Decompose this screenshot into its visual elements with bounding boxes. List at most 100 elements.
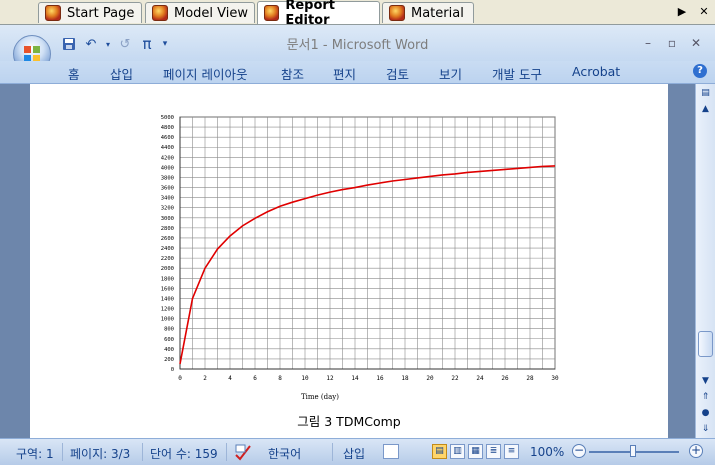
x-tick-label: 18 (401, 375, 409, 382)
close-icon[interactable]: ✕ (688, 35, 704, 51)
x-tick-label: 10 (301, 375, 309, 382)
y-tick-label: 600 (164, 337, 174, 343)
y-tick-label: 4400 (161, 145, 174, 151)
full-screen-reading-view-icon[interactable]: ▥ (450, 444, 465, 459)
y-tick-label: 0 (171, 367, 174, 373)
web-layout-view-icon[interactable]: ▦ (468, 444, 483, 459)
y-tick-label: 4200 (161, 155, 174, 161)
tab-label: Report Editor (285, 0, 336, 28)
document-tab-strip: Start Page Model View Report Editor Mate… (0, 0, 715, 28)
ribbon-tab-acrobat[interactable]: Acrobat (572, 64, 620, 79)
x-tick-label: 28 (526, 375, 534, 382)
y-tick-label: 3000 (161, 216, 174, 222)
y-tick-label: 2800 (161, 226, 174, 232)
window-title: 문서1 - Microsoft Word (286, 38, 429, 53)
y-tick-label: 800 (164, 327, 174, 333)
tab-start-page[interactable]: Start Page (38, 2, 142, 23)
macro-record-icon[interactable] (383, 444, 399, 459)
x-tick-label: 8 (278, 375, 282, 382)
status-divider (226, 443, 227, 461)
y-tick-label: 2400 (161, 246, 174, 252)
y-tick-label: 2000 (161, 266, 174, 272)
status-section[interactable]: 구역: 1 (16, 445, 54, 462)
y-tick-label: 200 (164, 357, 174, 363)
x-tick-label: 12 (326, 375, 334, 382)
spelling-check-icon[interactable] (234, 443, 252, 461)
print-layout-view-icon[interactable]: ▤ (432, 444, 447, 459)
next-page-icon[interactable]: ⇓ (698, 422, 713, 437)
tab-label: Model View (174, 5, 249, 21)
status-divider (142, 443, 143, 461)
x-tick-label: 24 (476, 375, 484, 382)
x-tick-label: 22 (451, 375, 459, 382)
ribbon-tab-view[interactable]: 보기 (439, 64, 462, 83)
zoom-level[interactable]: 100% (530, 445, 564, 459)
scroll-down-icon[interactable]: ▼ (698, 374, 713, 389)
app-icon (389, 5, 405, 21)
app-icon (45, 5, 61, 21)
ribbon-tab-references[interactable]: 참조 (281, 64, 304, 83)
tab-material[interactable]: Material (382, 2, 474, 23)
y-tick-label: 5000 (161, 115, 174, 121)
help-button[interactable]: ? (693, 64, 707, 78)
y-tick-label: 1400 (161, 296, 174, 302)
zoom-out-button[interactable]: − (572, 444, 586, 458)
y-tick-label: 1800 (161, 276, 174, 282)
status-insert-mode[interactable]: 삽입 (343, 445, 365, 462)
tab-label: Material (411, 5, 464, 21)
previous-page-icon[interactable]: ⇑ (698, 390, 713, 405)
tab-close-icon[interactable]: ✕ (697, 4, 711, 20)
x-tick-label: 6 (253, 375, 257, 382)
ribbon-tab-page-layout[interactable]: 페이지 레이아웃 (163, 64, 247, 83)
status-divider (62, 443, 63, 461)
y-tick-label: 4600 (161, 135, 174, 141)
ribbon-tab-developer[interactable]: 개발 도구 (492, 64, 542, 83)
tab-model-view[interactable]: Model View (145, 2, 255, 23)
tab-report-editor[interactable]: Report Editor (257, 0, 380, 28)
y-tick-label: 3400 (161, 196, 174, 202)
maximize-icon[interactable]: ▫ (664, 35, 680, 51)
zoom-slider-knob[interactable] (630, 445, 636, 457)
ribbon-tab-home[interactable]: 홈 (68, 64, 80, 83)
x-tick-label: 20 (426, 375, 434, 382)
x-tick-label: 0 (178, 375, 182, 382)
x-tick-label: 26 (501, 375, 509, 382)
y-tick-label: 4800 (161, 125, 174, 131)
status-language[interactable]: 한국어 (268, 445, 301, 462)
y-tick-label: 2200 (161, 256, 174, 262)
scroll-thumb[interactable] (698, 331, 713, 357)
ruler-toggle-icon[interactable]: ▤ (698, 86, 713, 101)
x-tick-label: 14 (351, 375, 359, 382)
app-icon (264, 5, 280, 21)
app-icon (152, 5, 168, 21)
zoom-in-button[interactable]: + (689, 444, 703, 458)
ribbon-tab-review[interactable]: 검토 (386, 64, 409, 83)
outline-view-icon[interactable]: ≣ (486, 444, 501, 459)
y-tick-label: 4000 (161, 165, 174, 171)
y-tick-label: 3800 (161, 175, 174, 181)
ribbon-tabs: 홈 삽입 페이지 레이아웃 참조 편지 검토 보기 개발 도구 Acrobat (0, 61, 715, 84)
minimize-icon[interactable]: – (640, 35, 656, 51)
scroll-up-icon[interactable]: ▲ (698, 102, 713, 117)
draft-view-icon[interactable]: ≡ (504, 444, 519, 459)
select-browse-object-icon[interactable]: ● (698, 406, 713, 421)
y-tick-label: 3200 (161, 206, 174, 212)
x-axis-label: Time (day) (301, 393, 339, 401)
tdmcomp-chart: 0200400600800100012001400160018002000220… (161, 115, 559, 401)
figure-caption: 그림 3 TDMComp (297, 414, 401, 429)
x-tick-label: 2 (203, 375, 207, 382)
y-tick-label: 400 (164, 347, 174, 353)
y-tick-label: 1200 (161, 307, 174, 313)
y-tick-label: 3600 (161, 186, 174, 192)
status-divider (332, 443, 333, 461)
ribbon-tab-insert[interactable]: 삽입 (110, 64, 133, 83)
x-tick-label: 16 (376, 375, 384, 382)
status-word-count[interactable]: 단어 수: 159 (150, 445, 218, 462)
tab-label: Start Page (67, 5, 135, 21)
tab-scroll-right-icon[interactable]: ▶ (675, 4, 689, 20)
x-tick-label: 30 (551, 375, 559, 382)
y-tick-label: 1000 (161, 317, 174, 323)
ribbon-tab-mailings[interactable]: 편지 (333, 64, 356, 83)
status-page[interactable]: 페이지: 3/3 (70, 445, 130, 462)
vertical-scrollbar[interactable]: ▤ ▲ ▼ ⇑ ● ⇓ (695, 84, 715, 438)
